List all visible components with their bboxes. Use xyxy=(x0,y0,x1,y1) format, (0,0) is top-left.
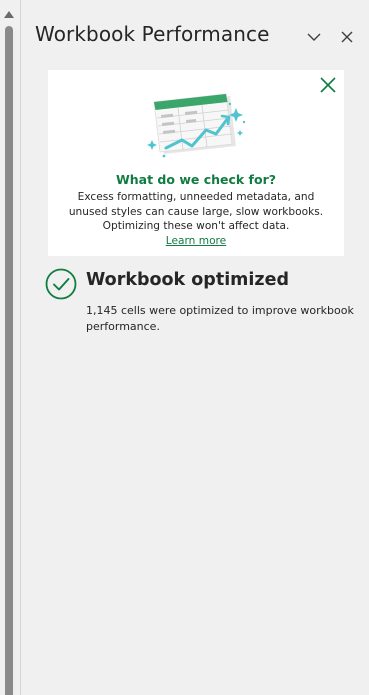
scrollbar-thumb[interactable] xyxy=(5,26,13,695)
workbook-performance-pane: Workbook Performance What do we check fo… xyxy=(21,0,369,695)
checkmark-circle-icon xyxy=(45,268,77,300)
info-card: What do we check for? Excess formatting,… xyxy=(48,70,344,256)
card-title: What do we check for? xyxy=(115,172,277,187)
result-description: 1,145 cells were optimized to improve wo… xyxy=(86,304,354,333)
close-pane-button[interactable] xyxy=(336,26,358,48)
card-close-icon[interactable] xyxy=(319,76,337,94)
close-icon xyxy=(341,31,353,43)
collapse-pane-button[interactable] xyxy=(303,26,325,48)
scrollbar[interactable] xyxy=(0,0,20,695)
scroll-up-arrow-icon[interactable] xyxy=(4,11,14,18)
pane-title: Workbook Performance xyxy=(35,22,270,46)
chevron-down-icon xyxy=(307,33,321,41)
spreadsheet-trend-illustration xyxy=(147,93,246,158)
result-title: Workbook optimized xyxy=(86,270,290,290)
card-description: Excess formatting, unneeded metadata, an… xyxy=(68,191,324,232)
learn-more-link[interactable]: Learn more xyxy=(166,235,226,247)
